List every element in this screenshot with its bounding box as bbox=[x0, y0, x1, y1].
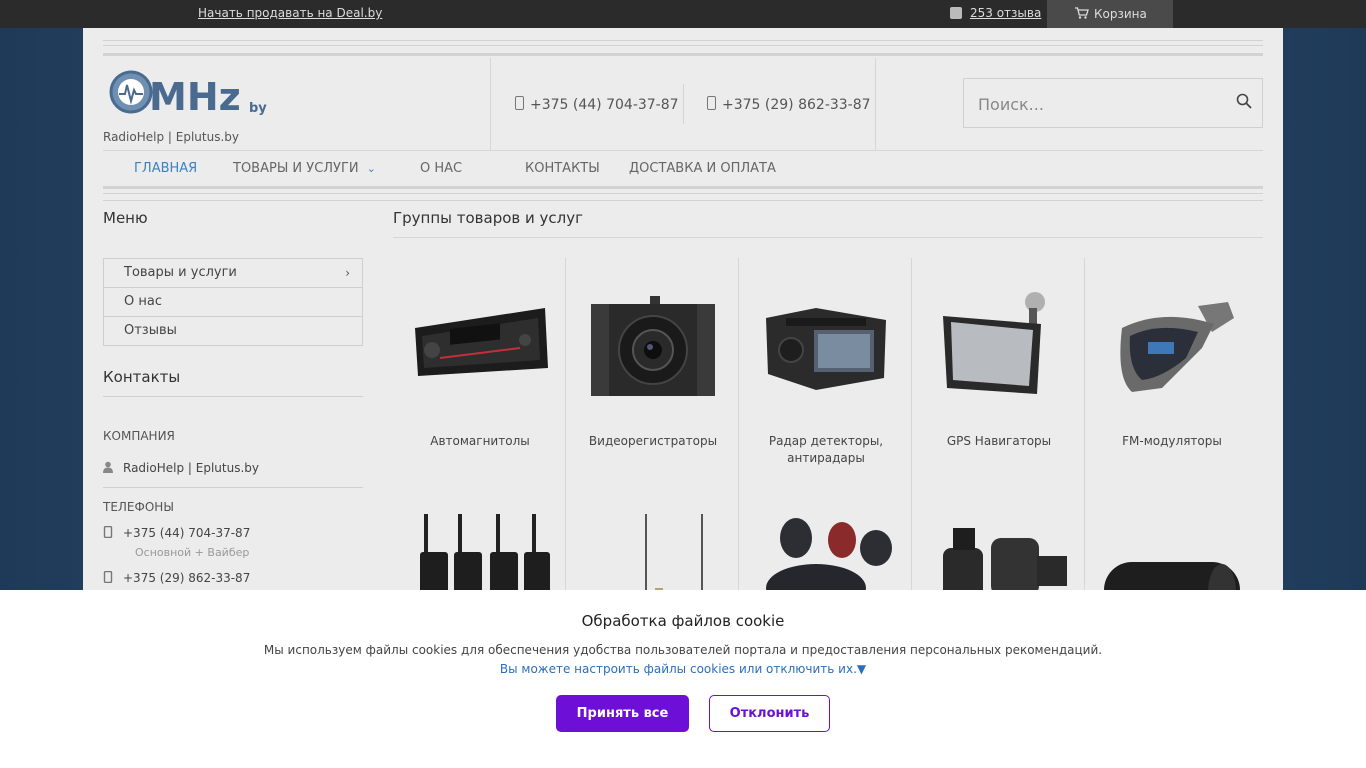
divider bbox=[103, 150, 1263, 151]
divider bbox=[1084, 258, 1085, 618]
nav-delivery[interactable]: Доставка и оплата bbox=[629, 161, 776, 176]
site-logo[interactable]: MHz by bbox=[109, 70, 269, 120]
category-label: FM-модуляторы bbox=[1122, 434, 1222, 448]
divider bbox=[103, 45, 1263, 46]
sidebar-phone-1-text: +375 (44) 704-37-87 bbox=[123, 526, 251, 540]
header-phone-2-text: +375 (29) 862-33-87 bbox=[722, 97, 871, 113]
divider bbox=[393, 237, 1263, 238]
category-label: Автомагнитолы bbox=[430, 434, 530, 448]
header-phone-1-text: +375 (44) 704-37-87 bbox=[530, 97, 679, 113]
dashcam-icon bbox=[591, 296, 715, 396]
sidebar-item-reviews[interactable]: Отзывы bbox=[104, 317, 362, 345]
car-radio-icon bbox=[415, 308, 548, 376]
cookie-banner: Обработка файлов cookie Мы используем фа… bbox=[0, 590, 1366, 768]
fm-modulator-icon bbox=[1120, 302, 1234, 392]
sidebar-item-products[interactable]: Товары и услуги › bbox=[104, 259, 362, 288]
sidebar-phone-2[interactable]: +375 (29) 862-33-87 bbox=[103, 571, 250, 585]
phone-icon bbox=[103, 571, 113, 583]
divider bbox=[103, 40, 1263, 41]
top-bar: Начать продавать на Deal.by 253 отзыва К… bbox=[0, 0, 1366, 28]
accept-cookies-button[interactable]: Принять все bbox=[556, 695, 689, 732]
company-name: RadioHelp | Eplutus.by bbox=[123, 461, 259, 475]
nav-home[interactable]: Главная bbox=[134, 161, 197, 176]
divider bbox=[103, 53, 1263, 56]
search-input[interactable] bbox=[976, 91, 1220, 117]
page-title: Группы товаров и услуг bbox=[393, 209, 584, 227]
chevron-right-icon: › bbox=[345, 266, 350, 280]
divider bbox=[565, 258, 566, 618]
sidebar-item-about[interactable]: О нас bbox=[104, 288, 362, 317]
category-label: GPS Навигаторы bbox=[946, 434, 1052, 448]
person-icon bbox=[103, 461, 113, 473]
cart-button[interactable]: Корзина bbox=[1047, 0, 1173, 28]
nav-contacts[interactable]: Контакты bbox=[525, 161, 600, 176]
nav-products[interactable]: Товары и услуги ⌄ bbox=[233, 161, 376, 176]
divider bbox=[103, 200, 1263, 201]
phone-icon bbox=[515, 96, 524, 110]
sidebar-phone-2-text: +375 (29) 862-33-87 bbox=[123, 571, 251, 585]
divider bbox=[103, 487, 363, 488]
category-card[interactable]: FM-модуляторы bbox=[1087, 258, 1257, 478]
nav-products-label: Товары и услуги bbox=[233, 161, 359, 176]
divider bbox=[103, 186, 1263, 189]
divider bbox=[738, 258, 739, 618]
start-selling-link[interactable]: Начать продавать на Deal.by bbox=[198, 6, 382, 20]
company-row: RadioHelp | Eplutus.by bbox=[103, 461, 259, 475]
sidebar-menu: Товары и услуги › О нас Отзывы bbox=[103, 258, 363, 346]
logo-text: MHz bbox=[149, 75, 241, 119]
header-phone-2[interactable]: +375 (29) 862-33-87 bbox=[707, 96, 871, 113]
cookie-title: Обработка файлов cookie bbox=[581, 612, 785, 630]
company-label: Компания bbox=[103, 429, 175, 443]
sidebar-item-label: О нас bbox=[124, 294, 162, 309]
category-label: Радар детекторы, антирадары bbox=[768, 434, 884, 465]
phone-icon bbox=[103, 526, 113, 538]
header-phone-1[interactable]: +375 (44) 704-37-87 bbox=[515, 96, 679, 113]
chevron-down-icon: ⌄ bbox=[366, 162, 376, 175]
menu-title: Меню bbox=[103, 209, 148, 227]
category-card[interactable]: Радар детекторы, антирадары bbox=[741, 258, 911, 478]
logo-suffix: by bbox=[249, 101, 267, 116]
divider bbox=[911, 258, 912, 618]
cart-icon bbox=[1075, 1, 1089, 29]
cart-label: Корзина bbox=[1094, 7, 1147, 21]
category-card[interactable]: GPS Навигаторы bbox=[914, 258, 1084, 478]
category-label: Видеорегистраторы bbox=[588, 434, 718, 448]
search-icon[interactable] bbox=[1236, 93, 1252, 109]
cookie-settings-link[interactable]: Вы можете настроить файлы cookies или от… bbox=[0, 662, 1366, 676]
divider bbox=[875, 58, 876, 150]
decline-cookies-button[interactable]: Отклонить bbox=[709, 695, 830, 732]
category-card[interactable]: Видеорегистраторы bbox=[568, 258, 738, 478]
contacts-title: Контакты bbox=[103, 368, 181, 386]
sidebar-phone-1[interactable]: +375 (44) 704-37-87 bbox=[103, 526, 250, 540]
sidebar-item-label: Отзывы bbox=[124, 323, 177, 338]
company-caption: RadioHelp | Eplutus.by bbox=[103, 130, 239, 144]
cookie-text: Мы используем файлы cookies для обеспече… bbox=[263, 643, 1103, 657]
nav-about[interactable]: О нас bbox=[420, 161, 462, 176]
divider bbox=[103, 193, 1263, 194]
phone-icon bbox=[707, 96, 716, 110]
reviews: 253 отзыва bbox=[950, 6, 1041, 20]
comment-icon bbox=[950, 7, 962, 19]
reviews-link[interactable]: 253 отзыва bbox=[970, 6, 1041, 20]
category-card[interactable]: Автомагнитолы bbox=[395, 258, 565, 478]
gps-navigator-icon bbox=[943, 292, 1045, 394]
search-box bbox=[963, 78, 1263, 128]
divider bbox=[490, 58, 491, 150]
phones-label: Телефоны bbox=[103, 500, 174, 514]
phone-note: Основной + Вайбер bbox=[135, 546, 250, 559]
divider bbox=[683, 84, 684, 124]
divider bbox=[103, 396, 363, 397]
radar-detector-icon bbox=[766, 308, 886, 390]
sidebar-item-label: Товары и услуги bbox=[124, 265, 237, 280]
